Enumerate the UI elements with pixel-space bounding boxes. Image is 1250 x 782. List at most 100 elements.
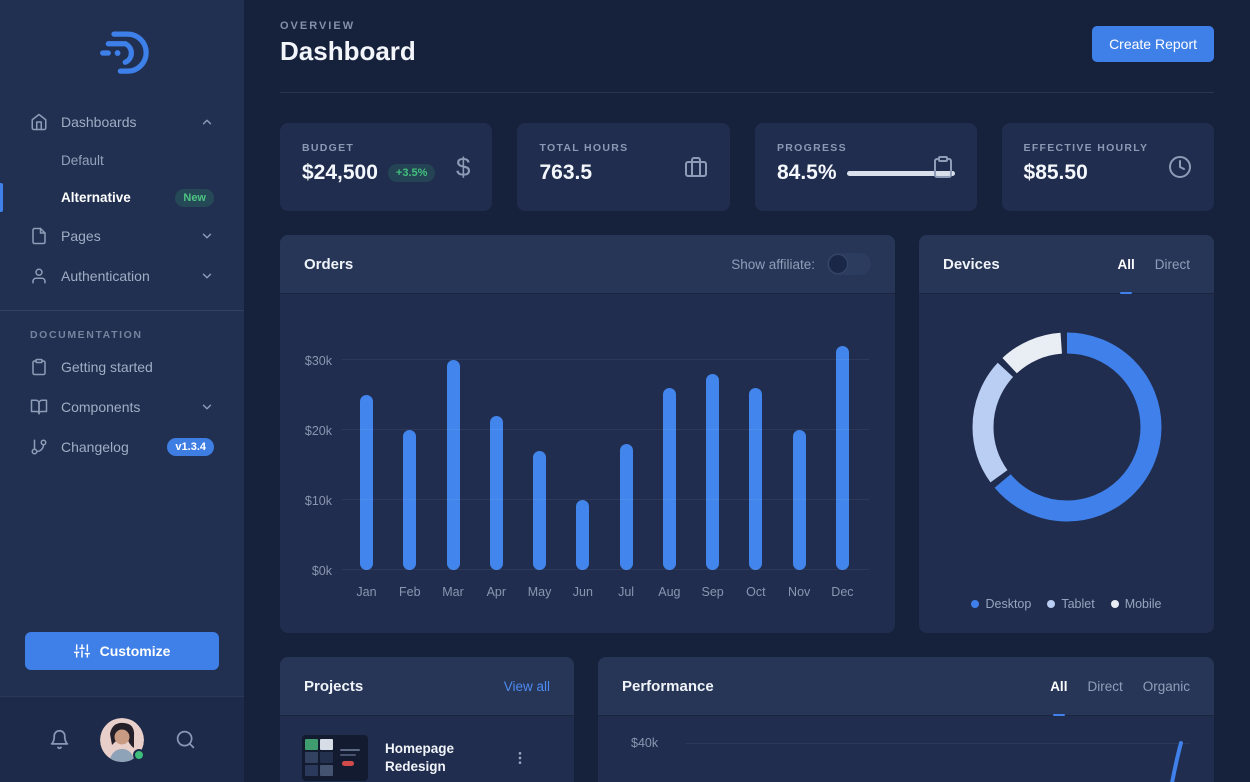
stat-value: $85.50 xyxy=(1024,161,1088,185)
tab-all[interactable]: All xyxy=(1050,657,1067,715)
legend-item-tablet[interactable]: Tablet xyxy=(1047,597,1094,611)
bar-column: Apr xyxy=(490,416,503,570)
stat-value: 84.5% xyxy=(777,161,837,185)
delta-badge: +3.5% xyxy=(388,164,436,182)
x-axis-tick-label: Jan xyxy=(356,585,376,599)
stat-value: 763.5 xyxy=(539,161,592,185)
sidebar-item-changelog[interactable]: Changelog v1.3.4 xyxy=(0,427,244,467)
bar-column: Dec xyxy=(836,346,849,570)
bar-dec[interactable] xyxy=(836,346,849,570)
bar-jun[interactable] xyxy=(576,500,589,570)
bar-feb[interactable] xyxy=(403,430,416,570)
x-axis-tick-label: Sep xyxy=(702,585,724,599)
charts-row: Orders Show affiliate: JanFebMarAprMayJu… xyxy=(280,235,1214,633)
view-all-link[interactable]: View all xyxy=(504,679,550,694)
affiliate-toggle-label: Show affiliate: xyxy=(731,257,815,272)
legend-label: Tablet xyxy=(1061,597,1094,611)
legend-item-mobile[interactable]: Mobile xyxy=(1111,597,1162,611)
user-avatar[interactable] xyxy=(100,718,144,762)
x-axis-tick-label: Aug xyxy=(658,585,680,599)
bar-jul[interactable] xyxy=(620,444,633,570)
bottom-row: Projects View all xyxy=(280,657,1214,782)
stat-label: TOTAL HOURS xyxy=(539,142,707,154)
stat-card-budget: BUDGET $24,500 +3.5% $ xyxy=(280,123,492,211)
logo-icon xyxy=(93,22,151,80)
sidebar-item-components[interactable]: Components xyxy=(0,387,244,427)
sidebar-item-alternative[interactable]: Alternative New xyxy=(0,179,244,216)
bell-icon[interactable] xyxy=(49,729,70,750)
tab-organic[interactable]: Organic xyxy=(1143,657,1190,715)
sidebar-item-label: Authentication xyxy=(61,268,200,284)
version-badge: v1.3.4 xyxy=(167,438,214,456)
legend-item-desktop[interactable]: Desktop xyxy=(971,597,1031,611)
sidebar-item-label: Default xyxy=(61,153,214,168)
kebab-menu-icon[interactable] xyxy=(512,750,528,766)
affiliate-toggle[interactable] xyxy=(827,253,871,275)
y-axis-tick-label: $30k xyxy=(280,354,332,368)
stat-card-total-hours: TOTAL HOURS 763.5 xyxy=(517,123,729,211)
tab-direct[interactable]: Direct xyxy=(1155,235,1190,293)
performance-panel-header: Performance All Direct Organic xyxy=(598,657,1214,716)
brand-logo[interactable] xyxy=(0,0,244,94)
stat-card-effective-hourly: EFFECTIVE HOURLY $85.50 xyxy=(1002,123,1214,211)
projects-panel-header: Projects View all xyxy=(280,657,574,716)
sidebar-item-label: Alternative xyxy=(61,190,175,205)
page-eyebrow: OVERVIEW xyxy=(280,20,416,32)
gridline xyxy=(342,359,869,360)
devices-panel: Devices All Direct Desktop Tablet Mobile xyxy=(919,235,1214,633)
sidebar: Dashboards Default Alternative New Pages… xyxy=(0,0,244,782)
main-content: OVERVIEW Dashboard Create Report BUDGET … xyxy=(244,0,1250,782)
project-list-item[interactable]: Homepage Redesign xyxy=(280,716,574,782)
sidebar-divider xyxy=(0,310,244,311)
performance-title: Performance xyxy=(622,678,714,695)
y-axis-tick-label: $0k xyxy=(280,564,332,578)
sliders-icon xyxy=(74,643,90,659)
bar-apr[interactable] xyxy=(490,416,503,570)
create-report-button[interactable]: Create Report xyxy=(1092,26,1214,62)
bar-nov[interactable] xyxy=(793,430,806,570)
sidebar-item-pages[interactable]: Pages xyxy=(0,216,244,256)
sidebar-item-default[interactable]: Default xyxy=(0,142,244,179)
bar-oct[interactable] xyxy=(749,388,762,570)
projects-title: Projects xyxy=(304,678,363,695)
performance-chart: $40k xyxy=(598,716,1214,782)
tab-direct[interactable]: Direct xyxy=(1087,657,1122,715)
bar-jan[interactable] xyxy=(360,395,373,570)
sidebar-item-authentication[interactable]: Authentication xyxy=(0,256,244,296)
bar-sep[interactable] xyxy=(706,374,719,570)
bar-column: Feb xyxy=(403,430,416,570)
gridline xyxy=(342,499,869,500)
donut-segment-desktop[interactable] xyxy=(983,343,1151,511)
devices-tabs: All Direct xyxy=(1117,235,1190,293)
chevron-up-icon xyxy=(200,115,214,129)
customize-button[interactable]: Customize xyxy=(25,632,219,670)
tab-all[interactable]: All xyxy=(1117,235,1134,293)
bar-column: Jul xyxy=(620,444,633,570)
sidebar-spacer xyxy=(0,467,244,632)
sidebar-item-label: Pages xyxy=(61,228,200,244)
orders-title: Orders xyxy=(304,256,353,273)
sidebar-item-getting-started[interactable]: Getting started xyxy=(0,347,244,387)
legend-dot xyxy=(971,600,979,608)
legend-dot xyxy=(1047,600,1055,608)
bar-column: Jun xyxy=(576,500,589,570)
sidebar-item-dashboards[interactable]: Dashboards xyxy=(0,102,244,142)
sidebar-item-label: Components xyxy=(61,399,200,415)
bar-column: Nov xyxy=(793,430,806,570)
bar-mar[interactable] xyxy=(447,360,460,570)
sidebar-item-label: Getting started xyxy=(61,359,214,375)
bar-column: Jan xyxy=(360,395,373,570)
performance-panel: Performance All Direct Organic $40k xyxy=(598,657,1214,782)
bar-may[interactable] xyxy=(533,451,546,570)
page-header: OVERVIEW Dashboard Create Report xyxy=(280,0,1214,67)
devices-title: Devices xyxy=(943,256,1000,273)
legend-label: Desktop xyxy=(985,597,1031,611)
stat-label: PROGRESS xyxy=(777,142,955,154)
stat-card-progress: PROGRESS 84.5% xyxy=(755,123,977,211)
sidebar-section-label: DOCUMENTATION xyxy=(0,315,244,347)
y-axis-tick-label: $20k xyxy=(280,424,332,438)
bar-aug[interactable] xyxy=(663,388,676,570)
clock-icon xyxy=(1168,155,1192,179)
x-axis-tick-label: Jul xyxy=(618,585,634,599)
search-icon[interactable] xyxy=(175,729,196,750)
